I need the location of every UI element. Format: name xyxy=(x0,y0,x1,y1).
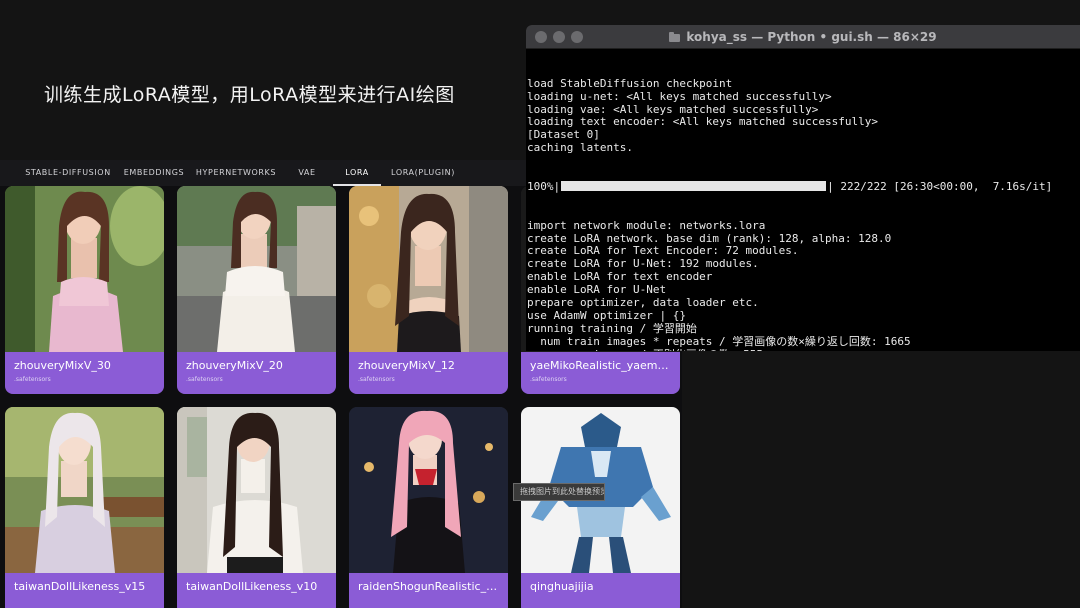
preview-image xyxy=(177,186,336,352)
model-name: zhouveryMixV_20 xyxy=(186,359,283,372)
preview-image xyxy=(349,407,508,573)
lora-card[interactable]: zhouveryMixV_12 .safetensors xyxy=(349,186,508,394)
terminal-title: kohya_ss — Python • gui.sh — 86×29 xyxy=(526,25,1080,49)
terminal-line: [Dataset 0] xyxy=(527,129,600,142)
model-name: qinghuajijia xyxy=(530,580,594,593)
terminal-line: use AdamW optimizer | {} xyxy=(527,309,686,322)
terminal-line: loading text encoder: <All keys matched … xyxy=(527,116,878,129)
model-name: taiwanDollLikeness_v15 xyxy=(14,580,146,593)
terminal-line: create LoRA for U-Net: 192 modules. xyxy=(527,258,759,271)
tab-hypernetworks[interactable]: HYPERNETWORKS xyxy=(192,160,280,186)
terminal-line: loading u-net: <All keys matched success… xyxy=(527,90,832,103)
terminal-line: enable LoRA for U-Net xyxy=(527,284,667,297)
terminal-line: num train images * repeats / 学習画像の数×繰り返し… xyxy=(527,335,911,348)
lora-card[interactable]: zhouveryMixV_30 .safetensors xyxy=(5,186,164,394)
preview-image xyxy=(5,407,164,573)
terminal-line: create LoRA for Text Encoder: 72 modules… xyxy=(527,245,799,258)
terminal-lines-top: load StableDiffusion checkpoint loading u… xyxy=(527,78,1079,155)
terminal-line: prepare optimizer, data loader etc. xyxy=(527,297,759,310)
drop-hint-tooltip: 拖拽图片到此处替换预览 xyxy=(513,483,605,501)
terminal-lines-bottom: import network module: networks.lora crea… xyxy=(527,220,1079,351)
progress-bar xyxy=(561,180,827,191)
lora-card[interactable]: zhouveryMixV_20 .safetensors xyxy=(177,186,336,394)
terminal-line: create LoRA network. base dim (rank): 12… xyxy=(527,232,892,245)
preview-image xyxy=(5,186,164,352)
progress-suffix: | 222/222 [26:30<00:00, 7.16s/it] xyxy=(827,179,1053,193)
zoom-button[interactable] xyxy=(571,31,583,43)
lora-card[interactable]: taiwanDollLikeness_v10 xyxy=(177,407,336,608)
tab-vae[interactable]: VAE xyxy=(290,160,324,186)
tab-embeddings[interactable]: EMBEDDINGS xyxy=(120,160,188,186)
terminal-line: import network module: networks.lora xyxy=(527,219,766,232)
empty-area xyxy=(682,351,1080,608)
tab-lora-plugin[interactable]: LORA(PLUGIN) xyxy=(386,160,460,186)
card-caption: zhouveryMixV_12 .safetensors xyxy=(349,352,508,394)
terminal-window[interactable]: kohya_ss — Python • gui.sh — 86×29 load … xyxy=(526,25,1080,351)
progress-prefix: 100%| xyxy=(527,179,561,193)
preview-image xyxy=(177,407,336,573)
card-caption: zhouveryMixV_30 .safetensors xyxy=(5,352,164,394)
progress-line: 100%| | 222/222 [26:30<00:00, 7.16s/it] xyxy=(527,179,1079,194)
terminal-line: running training / 学習開始 xyxy=(527,322,697,335)
card-caption: yaeMikoRealistic_yaemikoMixed .safetenso… xyxy=(521,352,680,394)
slide-title: 训练生成LoRA模型，用LoRA模型来进行AI绘图 xyxy=(44,84,455,106)
card-caption: taiwanDollLikeness_v10 xyxy=(177,573,336,608)
model-extension: .safetensors xyxy=(530,376,567,383)
model-name: raidenShogunRealistic_raidenShogun xyxy=(358,580,499,593)
model-name: taiwanDollLikeness_v10 xyxy=(186,580,318,593)
lora-card[interactable]: raidenShogunRealistic_raidenShogun xyxy=(349,407,508,608)
card-caption: zhouveryMixV_20 .safetensors xyxy=(177,352,336,394)
tab-lora[interactable]: LORA xyxy=(333,160,381,186)
card-caption: qinghuajijia xyxy=(521,573,680,608)
model-extension: .safetensors xyxy=(186,376,223,383)
terminal-line: loading vae: <All keys matched successfu… xyxy=(527,103,819,116)
lora-card[interactable]: qinghuajijia xyxy=(521,407,680,608)
minimize-button[interactable] xyxy=(553,31,565,43)
lora-card[interactable]: taiwanDollLikeness_v15 xyxy=(5,407,164,608)
model-extension: .safetensors xyxy=(358,376,395,383)
model-name: yaeMikoRealistic_yaemikoMixed xyxy=(530,359,671,372)
terminal-line: load StableDiffusion checkpoint xyxy=(527,77,733,90)
model-extension: .safetensors xyxy=(14,376,51,383)
tab-stable-diffusion[interactable]: STABLE-DIFFUSION xyxy=(18,160,118,186)
terminal-titlebar[interactable]: kohya_ss — Python • gui.sh — 86×29 xyxy=(526,25,1080,49)
terminal-line: caching latents. xyxy=(527,142,633,155)
close-button[interactable] xyxy=(535,31,547,43)
terminal-output[interactable]: load StableDiffusion checkpoint loading u… xyxy=(527,52,1079,351)
card-caption: taiwanDollLikeness_v15 xyxy=(5,573,164,608)
card-caption: raidenShogunRealistic_raidenShogun xyxy=(349,573,508,608)
folder-icon xyxy=(669,32,681,42)
model-name: zhouveryMixV_12 xyxy=(358,359,455,372)
terminal-title-text: kohya_ss — Python • gui.sh — 86×29 xyxy=(686,30,937,44)
model-name: zhouveryMixV_30 xyxy=(14,359,111,372)
preview-image xyxy=(349,186,508,352)
terminal-line: enable LoRA for text encoder xyxy=(527,271,713,284)
